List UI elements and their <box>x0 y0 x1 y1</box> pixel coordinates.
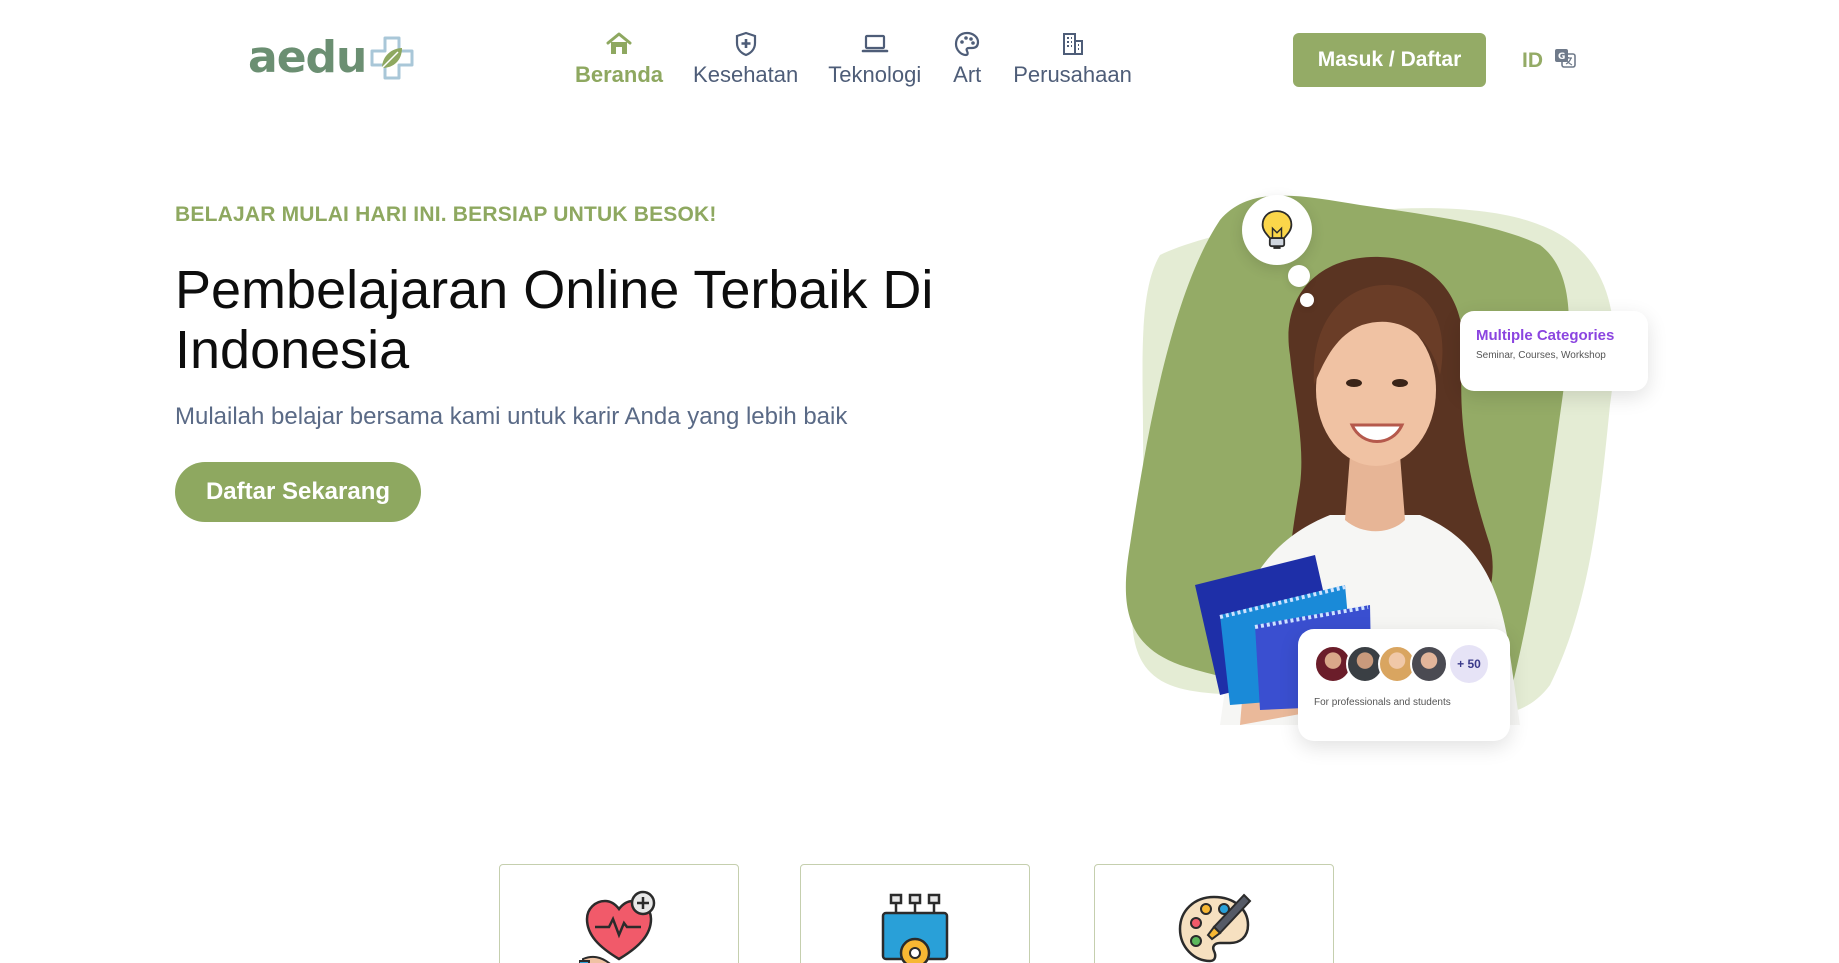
hero-illustration: Multiple Categories Seminar, Courses, Wo… <box>1100 185 1660 785</box>
thought-bubble-dot <box>1300 293 1314 307</box>
nav-label: Kesehatan <box>693 62 799 87</box>
tech-laptop-icon <box>881 893 949 963</box>
hero-eyebrow: BELAJAR MULAI HARI INI. BERSIAP UNTUK BE… <box>175 203 717 226</box>
multiple-categories-card: Multiple Categories Seminar, Courses, Wo… <box>1460 311 1648 391</box>
svg-text:G: G <box>1558 52 1565 62</box>
avatar <box>1410 645 1448 683</box>
avatar-group: + 50 <box>1314 645 1494 683</box>
nav-label: Perusahaan <box>1013 62 1132 87</box>
art-palette-icon <box>1178 893 1252 963</box>
nav-item-kesehatan[interactable]: Kesehatan <box>693 28 798 88</box>
header: aedu Beranda Kesehatan Teknologi Art Per… <box>0 0 1839 120</box>
nav-item-beranda[interactable]: Beranda <box>575 28 663 88</box>
laptop-icon <box>859 28 891 60</box>
register-now-button[interactable]: Daftar Sekarang <box>175 462 421 522</box>
nav-label: Beranda <box>575 62 664 87</box>
nav-item-perusahaan[interactable]: Perusahaan <box>1013 28 1132 88</box>
heart-health-icon <box>579 890 656 963</box>
shield-plus-icon <box>730 28 762 60</box>
language-code: ID <box>1522 48 1543 72</box>
categories-card-title: Multiple Categories <box>1476 327 1615 344</box>
nav-item-art[interactable]: Art <box>951 28 983 88</box>
more-people-badge: + 50 <box>1450 645 1488 683</box>
nav-label: Art <box>953 62 982 87</box>
lightbulb-icon <box>1242 195 1312 265</box>
logo-text: aedu <box>248 32 367 83</box>
login-register-button[interactable]: Masuk / Daftar <box>1293 33 1486 87</box>
building-icon <box>1057 28 1089 60</box>
hero-subtitle: Mulailah belajar bersama kami untuk kari… <box>175 403 848 430</box>
logo-cross-icon <box>368 34 416 82</box>
nav-label: Teknologi <box>828 62 922 87</box>
category-card-technology[interactable] <box>800 864 1030 963</box>
logo[interactable]: aedu <box>248 34 416 82</box>
thought-bubble-dot <box>1288 265 1310 287</box>
main-nav: Beranda Kesehatan Teknologi Art Perusaha… <box>575 28 1132 88</box>
category-card-health[interactable] <box>499 864 739 963</box>
palette-icon <box>951 28 983 60</box>
language-switcher[interactable]: ID G <box>1522 46 1577 75</box>
professionals-caption: For professionals and students <box>1314 697 1451 708</box>
category-card-art[interactable] <box>1094 864 1334 963</box>
professionals-card: + 50 For professionals and students <box>1298 629 1510 741</box>
hero-title: Pembelajaran Online Terbaik Di Indonesia <box>175 260 934 380</box>
categories-card-subtitle: Seminar, Courses, Workshop <box>1476 350 1606 361</box>
home-icon <box>603 28 635 60</box>
nav-item-teknologi[interactable]: Teknologi <box>828 28 921 88</box>
translate-icon: G <box>1553 46 1577 75</box>
